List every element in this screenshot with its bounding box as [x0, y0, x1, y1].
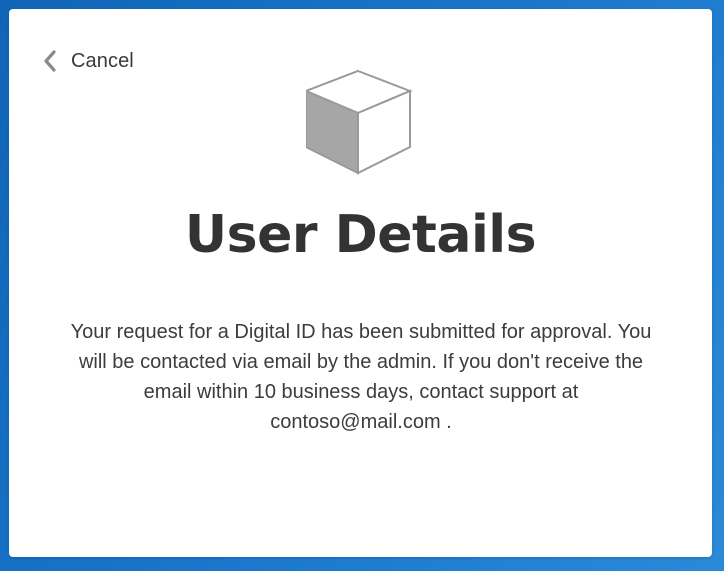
cancel-button[interactable]: Cancel [42, 48, 134, 74]
chevron-left-icon [44, 50, 56, 72]
user-details-dialog: Cancel User Details Your request for a D… [9, 9, 712, 557]
cube-icon [306, 69, 413, 175]
page-title: User Details [184, 205, 537, 265]
cancel-label: Cancel [71, 49, 134, 72]
approval-message: Your request for a Digital ID has been s… [70, 321, 652, 433]
